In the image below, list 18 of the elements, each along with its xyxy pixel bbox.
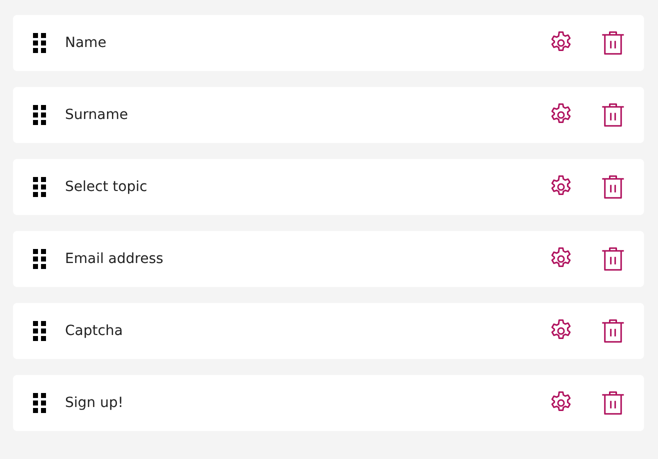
- drag-handle-icon[interactable]: [33, 177, 46, 197]
- field-label: Select topic: [65, 179, 148, 195]
- drag-handle-icon[interactable]: [33, 321, 46, 341]
- delete-button[interactable]: [599, 101, 627, 129]
- delete-button[interactable]: [599, 389, 627, 417]
- field-label: Surname: [65, 107, 129, 123]
- field-label: Email address: [65, 251, 164, 267]
- delete-button[interactable]: [599, 317, 627, 345]
- drag-handle-icon[interactable]: [33, 105, 46, 125]
- delete-button[interactable]: [599, 29, 627, 57]
- field-label: Sign up!: [65, 395, 124, 411]
- field-label: Name: [65, 35, 108, 51]
- drag-handle-icon[interactable]: [33, 249, 46, 269]
- delete-button[interactable]: [599, 173, 627, 201]
- drag-handle-icon[interactable]: [33, 393, 46, 413]
- field-label: Captcha: [65, 323, 124, 339]
- drag-handle-icon[interactable]: [33, 33, 46, 53]
- delete-button[interactable]: [599, 245, 627, 273]
